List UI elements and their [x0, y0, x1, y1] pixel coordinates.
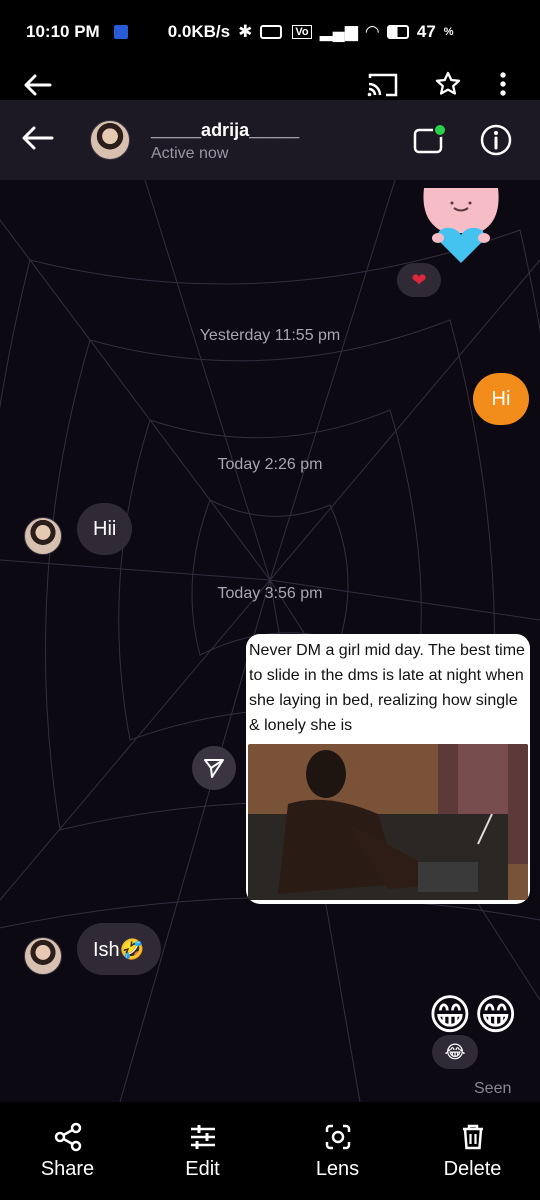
edit-button[interactable]: Edit	[148, 1122, 258, 1181]
meme-photo	[248, 744, 528, 900]
network-speed: 0.0KB/s	[167, 22, 231, 41]
toggle-icon	[260, 25, 283, 39]
status-bar: 10:10 PM 0.0KB/s ✱ Vo ▂▄▆ ◠ 47 %	[0, 0, 540, 64]
battery-unit: %	[443, 26, 454, 38]
timestamp: Today 2:26 pm	[217, 456, 323, 473]
sliders-icon	[190, 1124, 215, 1149]
star-icon[interactable]	[434, 70, 462, 98]
trash-icon	[462, 1124, 483, 1149]
chat-header: _____adrija_____ Active now	[0, 100, 540, 180]
more-options-icon[interactable]	[498, 70, 508, 98]
status-time: 10:10 PM	[26, 22, 100, 41]
image-actions-bar: Share Edit Lens Delete	[0, 1102, 540, 1200]
contact-username[interactable]: _____adrija_____	[151, 120, 299, 141]
delete-button[interactable]: Delete	[418, 1122, 528, 1181]
bear-heart-sticker[interactable]	[416, 178, 506, 268]
presence-status: Active now	[151, 145, 229, 162]
contact-avatar[interactable]	[90, 120, 130, 160]
info-icon[interactable]	[478, 122, 514, 158]
meme-caption: Never DM a girl mid day. The best time t…	[249, 642, 525, 734]
laugh-reaction[interactable]: 😂	[432, 1035, 478, 1069]
chat-screenshot: _____adrija_____ Active now ❤ Yesterday …	[0, 100, 540, 1102]
wifi-icon: ◠	[365, 22, 379, 41]
timestamp: Yesterday 11:55 pm	[199, 327, 341, 344]
battery-icon	[386, 25, 409, 39]
share-icon	[54, 1122, 81, 1151]
share-label: Share	[40, 1157, 95, 1180]
outgoing-message[interactable]: Hi	[473, 373, 529, 425]
outgoing-emoji-message[interactable]: 😁😁	[428, 990, 520, 1039]
signal-icon: ▂▄▆	[319, 22, 358, 41]
heart-reaction[interactable]: ❤	[397, 263, 441, 297]
seen-indicator: Seen	[474, 1080, 512, 1097]
edit-label: Edit	[185, 1157, 220, 1180]
delete-label: Delete	[443, 1157, 502, 1180]
lens-button[interactable]: Lens	[283, 1122, 393, 1181]
bluetooth-icon: ✱	[238, 22, 253, 41]
sender-avatar[interactable]	[24, 937, 62, 975]
forward-button[interactable]	[192, 746, 236, 790]
meme-message[interactable]: Never DM a girl mid day. The best time t…	[246, 634, 530, 904]
video-call-icon[interactable]	[412, 122, 448, 158]
volte-icon: Vo	[292, 25, 312, 39]
lens-icon	[325, 1124, 350, 1149]
incoming-message[interactable]: Hii	[77, 503, 133, 555]
app-notification-icon	[113, 25, 128, 39]
paper-plane-icon	[204, 759, 224, 778]
incoming-message[interactable]: Ish🤣	[77, 923, 161, 975]
timestamp: Today 3:56 pm	[217, 585, 323, 602]
sender-avatar[interactable]	[24, 517, 62, 555]
back-arrow-icon[interactable]	[24, 74, 52, 96]
chat-back-arrow-icon[interactable]	[22, 126, 54, 150]
cast-icon[interactable]	[366, 72, 400, 98]
share-button[interactable]: Share	[13, 1122, 123, 1181]
battery-percent: 47	[416, 22, 436, 41]
viewer-toolbar	[0, 64, 540, 100]
lens-label: Lens	[315, 1157, 360, 1180]
